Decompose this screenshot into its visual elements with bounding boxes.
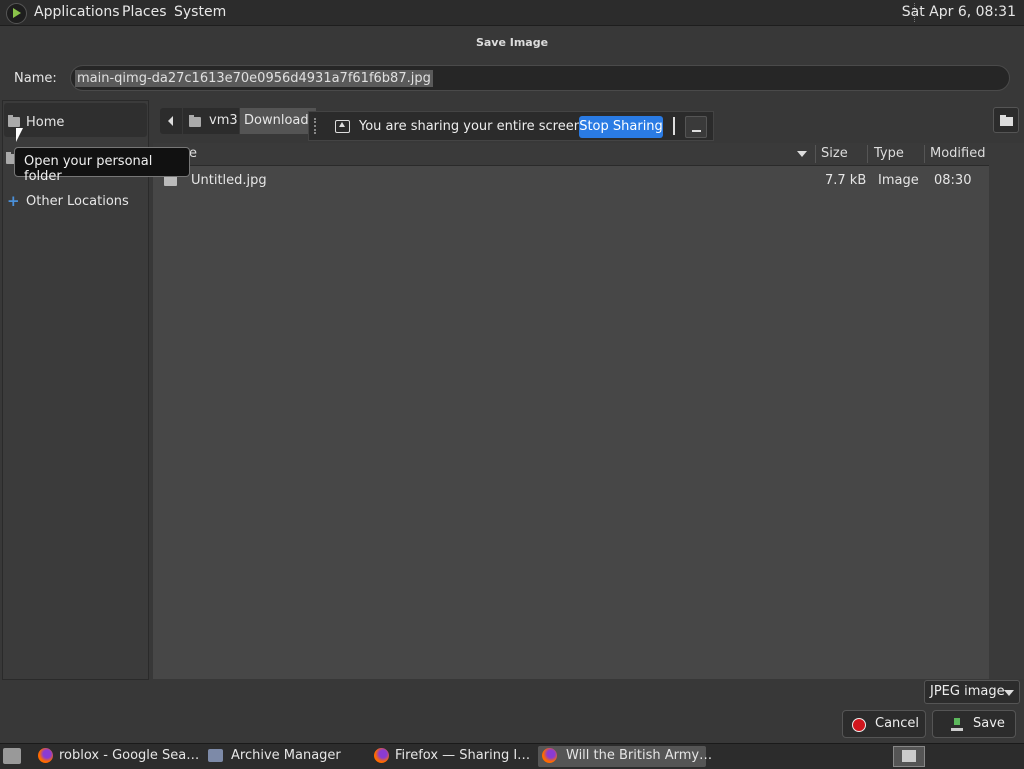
places-menu[interactable]: Places	[122, 4, 167, 20]
drag-handle-icon[interactable]	[314, 118, 318, 134]
cancel-icon	[852, 718, 866, 732]
filename-value: main-qimg-da27c1613e70e0956d4931a7f61f6b…	[75, 70, 433, 87]
home-folder-icon	[189, 115, 201, 127]
sort-descending-icon[interactable]	[797, 151, 807, 157]
sidebar-item-other-locations[interactable]: + Other Locations	[4, 190, 147, 212]
minimize-icon[interactable]	[685, 116, 707, 138]
cancel-button[interactable]: Cancel	[842, 710, 926, 738]
distro-logo-icon[interactable]	[6, 3, 27, 24]
path-segment-label: vm3	[209, 113, 238, 128]
name-label: Name:	[14, 71, 57, 86]
save-button[interactable]: Save	[932, 710, 1016, 738]
new-folder-button[interactable]	[993, 107, 1019, 133]
cancel-label: Cancel	[875, 716, 920, 731]
column-divider	[815, 145, 816, 163]
file-list[interactable]	[153, 143, 989, 679]
task-label: Archive Manager	[231, 748, 341, 763]
show-desktop-icon[interactable]	[3, 748, 21, 764]
column-divider	[867, 145, 868, 163]
file-type: Image	[878, 173, 919, 188]
separator	[673, 117, 675, 135]
plus-icon: +	[7, 192, 20, 210]
filename-input[interactable]: main-qimg-da27c1613e70e0956d4931a7f61f6b…	[70, 65, 1010, 91]
column-type[interactable]: Type	[874, 146, 904, 161]
screen-share-icon	[335, 120, 350, 133]
firefox-icon	[374, 748, 389, 763]
column-size[interactable]: Size	[821, 146, 848, 161]
task-label: Firefox — Sharing I…	[395, 748, 531, 763]
path-segment-download[interactable]: Download	[240, 108, 316, 134]
column-header: e Size Type Modified	[153, 143, 989, 166]
mouse-pointer-icon	[16, 128, 23, 142]
clock[interactable]: Sat Apr 6, 08:31	[902, 4, 1016, 20]
firefox-icon	[542, 748, 557, 763]
save-label: Save	[973, 716, 1005, 731]
file-size: 7.7 kB	[825, 173, 867, 188]
home-folder-icon	[8, 115, 20, 127]
file-modified: 08:30	[934, 173, 972, 188]
tooltip-text: Open your personal folder	[24, 154, 153, 184]
top-panel: Applications Places System Sat Apr 6, 08…	[0, 0, 1024, 26]
task-label: roblox - Google Sea…	[59, 748, 200, 763]
file-type-dropdown[interactable]: JPEG image	[924, 680, 1020, 704]
column-divider	[924, 145, 925, 163]
path-back-button[interactable]	[160, 108, 182, 134]
taskbar: roblox - Google Sea… Archive Manager Fir…	[0, 743, 1024, 769]
dialog-title: Save Image	[475, 36, 549, 49]
sidebar-item-label: Home	[26, 115, 65, 130]
taskbar-item-active[interactable]: Will the British Army…	[538, 746, 712, 767]
taskbar-item[interactable]: Archive Manager	[204, 746, 368, 767]
system-menu[interactable]: System	[174, 4, 226, 20]
workspace-switcher[interactable]	[893, 746, 925, 767]
applications-menu[interactable]: Applications	[34, 4, 120, 20]
sidebar-item-home[interactable]: Home	[4, 103, 147, 137]
stop-sharing-button[interactable]: Stop Sharing	[579, 116, 663, 138]
sharing-message: You are sharing your entire screen.	[359, 119, 587, 134]
path-segment-label: Download	[244, 113, 309, 128]
sidebar-item-label: Other Locations	[26, 194, 129, 209]
task-label: Will the British Army…	[566, 748, 713, 763]
save-download-icon	[951, 718, 963, 731]
file-name: Untitled.jpg	[191, 173, 267, 188]
taskbar-item[interactable]: Firefox — Sharing I…	[370, 746, 534, 767]
file-type-value: JPEG image	[930, 684, 1005, 699]
column-name[interactable]: e	[189, 146, 197, 161]
tooltip: Open your personal folder	[14, 147, 190, 184]
firefox-icon	[38, 748, 53, 763]
path-segment-vm3[interactable]: vm3	[183, 108, 239, 134]
places-sidebar	[2, 100, 149, 680]
taskbar-item[interactable]: roblox - Google Sea…	[34, 746, 200, 767]
archive-manager-icon	[208, 749, 223, 762]
column-modified[interactable]: Modified	[930, 146, 985, 161]
file-list-gutter	[989, 143, 1024, 679]
screen-sharing-indicator: You are sharing your entire screen. Stop…	[308, 111, 714, 141]
